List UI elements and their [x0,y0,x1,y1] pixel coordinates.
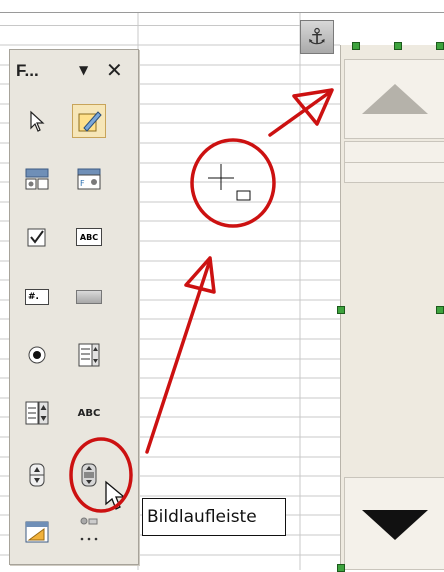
scroll-up-button[interactable] [344,59,444,139]
selection-handle[interactable] [352,42,360,50]
column-header-line [0,25,300,26]
selection-handle[interactable] [394,42,402,50]
tooltip: Bildlaufleiste [142,498,286,536]
option-button-button[interactable] [20,338,54,372]
crosshair-cursor-icon [208,164,251,201]
svg-text:F: F [80,179,85,188]
scroll-thumb[interactable] [344,141,444,183]
close-icon[interactable]: ✕ [106,58,123,82]
triangle-down-icon [361,509,428,540]
list-box-icon [78,343,100,367]
pointer-arrow-icon [30,110,45,132]
more-controls-button[interactable] [72,512,106,546]
anchor-icon[interactable]: ⚓ [300,20,334,54]
spin-button-button[interactable] [20,458,54,492]
check-box-button[interactable] [20,220,54,254]
label-field-icon: ABC [77,407,101,419]
more-controls-icon [80,517,98,541]
list-box-button[interactable] [72,338,106,372]
text-box-glyph: ABC [79,232,99,242]
toolbar-title: F... [16,61,39,80]
text-box-icon: ABC [76,228,102,246]
selection-handle[interactable] [436,42,444,50]
form-navigator-icon [25,521,49,543]
combo-box-icon [25,401,49,425]
design-mode-icon [78,111,102,132]
form-properties-icon: F [77,168,101,190]
control-properties-icon [25,168,49,190]
toolbar-title-bar[interactable]: F... ▼ ✕ [10,50,138,90]
push-button-icon [76,290,102,304]
scrollbar-form-control[interactable] [340,45,444,570]
selection-handle[interactable] [337,306,345,314]
form-properties-button[interactable]: F [72,162,106,196]
scrollbar-tool-button[interactable] [72,458,106,492]
formatted-field-button[interactable]: #. [20,280,54,314]
spin-button-icon [29,463,45,487]
anchor-glyph: ⚓ [307,24,327,50]
scroll-down-button[interactable] [344,477,444,570]
design-mode-button[interactable] [72,104,106,138]
triangle-up-icon [361,84,428,114]
formatted-field-icon: #. [25,289,49,305]
option-button-icon [28,346,46,364]
selection-handle[interactable] [337,564,345,572]
selection-handle[interactable] [436,306,444,314]
tooltip-text: Bildlaufleiste [147,507,257,527]
push-button-button[interactable] [72,280,106,314]
select-tool-button[interactable] [20,104,54,138]
mouse-pointer-icon [105,480,126,510]
control-properties-button[interactable] [20,162,54,196]
formatted-field-glyph: #. [28,292,39,302]
text-box-button[interactable]: ABC [72,220,106,254]
combo-box-button[interactable] [20,396,54,430]
toolbar-menu-icon[interactable]: ▼ [79,63,88,77]
window-top-border [0,12,444,13]
checkbox-icon [27,228,46,247]
label-field-button[interactable]: ABC [72,396,106,430]
scrollbar-icon [81,463,97,487]
form-navigator-button[interactable] [20,515,54,549]
